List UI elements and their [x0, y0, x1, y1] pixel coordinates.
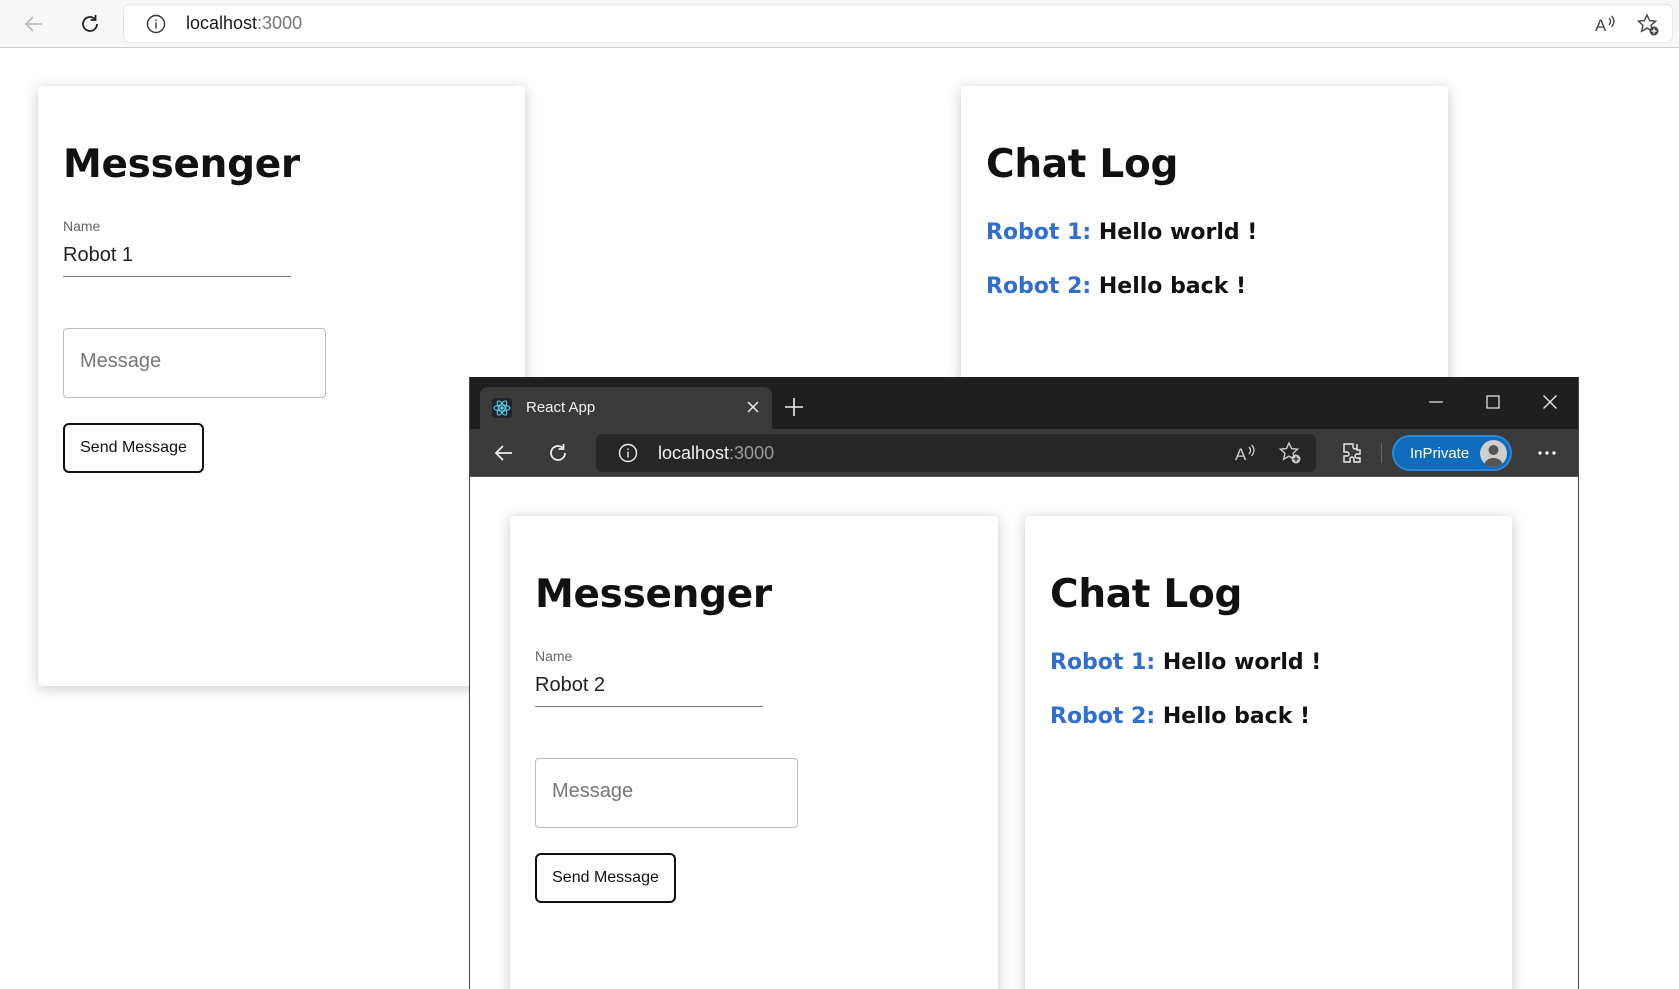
back-url: localhost:3000	[186, 13, 303, 33]
extensions-icon[interactable]	[1340, 441, 1364, 470]
messenger-title: Messenger	[535, 572, 772, 617]
message-placeholder: Message	[80, 350, 162, 372]
messenger-title: Messenger	[63, 142, 300, 187]
back-address-bar[interactable]: localhost:3000 A	[124, 5, 1672, 42]
name-underline	[535, 706, 763, 707]
read-aloud-icon[interactable]: A	[1234, 442, 1256, 469]
new-tab-icon[interactable]	[783, 396, 805, 423]
name-label: Name	[63, 218, 101, 234]
chat-message: Robot 2: Hello back !	[986, 274, 1246, 299]
back-chat-log-card: Chat Log Robot 1: Hello world ! Robot 2:…	[961, 86, 1448, 386]
back-browser-toolbar: localhost:3000 A	[0, 0, 1679, 48]
chat-text: Hello world !	[1098, 220, 1258, 245]
site-info-icon[interactable]	[618, 443, 638, 468]
send-message-button[interactable]: Send Message	[63, 423, 204, 473]
front-url: localhost:3000	[658, 443, 775, 463]
toolbar-divider	[1381, 443, 1382, 463]
chat-text: Hello back !	[1098, 274, 1247, 299]
inprivate-browser-window: React App localhost:3000 A InPrivate Mes…	[469, 377, 1579, 989]
front-messenger-card: Messenger Name Robot 2 Message Send Mess…	[510, 516, 998, 989]
chat-message: Robot 1: Hello world !	[1050, 650, 1321, 675]
desktop: localhost:3000 A Messenger Name Robot 1 …	[0, 0, 1679, 989]
close-tab-icon[interactable]	[746, 400, 760, 419]
inprivate-label: InPrivate	[1410, 445, 1470, 462]
chat-log-title: Chat Log	[986, 142, 1179, 187]
front-browser-toolbar: localhost:3000 A InPrivate	[470, 429, 1578, 477]
svg-text:A: A	[1235, 445, 1247, 464]
chat-author: Robot 2:	[986, 274, 1092, 299]
chat-text: Hello back !	[1162, 704, 1311, 729]
title-bar: React App	[470, 377, 1578, 429]
tab-react-app[interactable]: React App	[480, 387, 772, 429]
svg-text:A: A	[1595, 16, 1607, 35]
chat-text: Hello world !	[1162, 650, 1322, 675]
site-info-icon[interactable]	[146, 14, 166, 39]
back-messenger-card: Messenger Name Robot 1 Message Send Mess…	[38, 86, 525, 686]
read-aloud-icon[interactable]: A	[1594, 13, 1616, 40]
message-placeholder: Message	[552, 780, 634, 802]
close-window-icon[interactable]	[1542, 394, 1558, 415]
name-label: Name	[535, 648, 573, 664]
message-input[interactable]: Message	[63, 328, 326, 398]
name-input[interactable]: Robot 2	[535, 674, 605, 697]
front-page-content: Messenger Name Robot 2 Message Send Mess…	[470, 477, 1578, 989]
refresh-icon[interactable]	[76, 10, 104, 38]
name-input[interactable]: Robot 1	[63, 244, 133, 267]
chat-author: Robot 2:	[1050, 704, 1156, 729]
more-options-icon[interactable]	[1536, 442, 1558, 469]
chat-author: Robot 1:	[986, 220, 1092, 245]
chat-log-title: Chat Log	[1050, 572, 1243, 617]
back-arrow-icon[interactable]	[492, 441, 516, 470]
tab-title: React App	[526, 399, 596, 416]
favorite-add-icon[interactable]	[1636, 13, 1660, 42]
chat-message: Robot 2: Hello back !	[1050, 704, 1310, 729]
front-address-bar[interactable]: localhost:3000 A	[596, 434, 1316, 472]
favorite-add-icon[interactable]	[1278, 441, 1302, 470]
message-input[interactable]: Message	[535, 758, 798, 828]
chat-author: Robot 1:	[1050, 650, 1156, 675]
refresh-icon[interactable]	[546, 441, 570, 470]
front-chat-log-card: Chat Log Robot 1: Hello world ! Robot 2:…	[1025, 516, 1512, 989]
back-arrow-icon[interactable]	[20, 10, 48, 38]
name-underline	[63, 276, 291, 277]
react-icon	[492, 398, 512, 423]
inprivate-badge[interactable]: InPrivate	[1392, 435, 1512, 471]
maximize-icon[interactable]	[1485, 394, 1501, 415]
chat-message: Robot 1: Hello world !	[986, 220, 1257, 245]
minimize-icon[interactable]	[1428, 394, 1444, 415]
profile-avatar[interactable]	[1480, 440, 1507, 467]
send-message-button[interactable]: Send Message	[535, 853, 676, 903]
